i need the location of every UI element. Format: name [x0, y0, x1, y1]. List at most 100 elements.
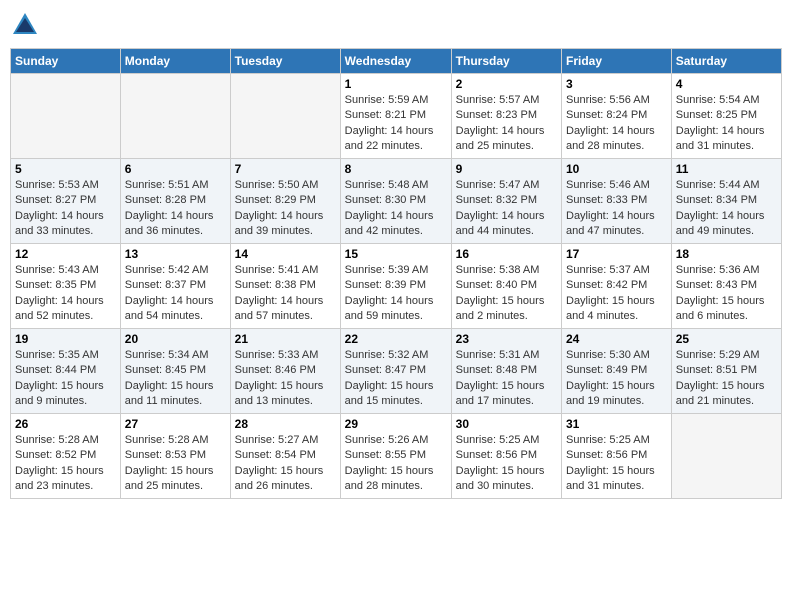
day-number: 5 — [15, 162, 116, 176]
calendar-cell: 15 Sunrise: 5:39 AMSunset: 8:39 PMDayligh… — [340, 244, 451, 329]
day-number: 8 — [345, 162, 447, 176]
day-number: 16 — [456, 247, 557, 261]
day-number: 30 — [456, 417, 557, 431]
calendar-cell: 8 Sunrise: 5:48 AMSunset: 8:30 PMDaylight… — [340, 159, 451, 244]
calendar-cell: 18 Sunrise: 5:36 AMSunset: 8:43 PMDayligh… — [671, 244, 781, 329]
day-number: 25 — [676, 332, 777, 346]
calendar-cell: 23 Sunrise: 5:31 AMSunset: 8:48 PMDayligh… — [451, 329, 561, 414]
day-number: 20 — [125, 332, 226, 346]
calendar-cell — [120, 74, 230, 159]
day-info: Sunrise: 5:44 AMSunset: 8:34 PMDaylight:… — [676, 178, 777, 240]
logo — [10, 10, 44, 40]
calendar-cell: 25 Sunrise: 5:29 AMSunset: 8:51 PMDayligh… — [671, 329, 781, 414]
calendar-cell: 19Sunrise: 5:35 AMSunset: 8:44 PMDayligh… — [11, 329, 121, 414]
day-info: Sunrise: 5:34 AMSunset: 8:45 PMDaylight:… — [125, 348, 226, 410]
day-info: Sunrise: 5:28 AMSunset: 8:53 PMDaylight:… — [125, 433, 226, 495]
weekday-header-sunday: Sunday — [11, 49, 121, 74]
day-info: Sunrise: 5:50 AMSunset: 8:29 PMDaylight:… — [235, 178, 336, 240]
day-info: Sunrise: 5:56 AMSunset: 8:24 PMDaylight:… — [566, 93, 667, 155]
day-info: Sunrise: 5:38 AMSunset: 8:40 PMDaylight:… — [456, 263, 557, 325]
calendar-cell: 13 Sunrise: 5:42 AMSunset: 8:37 PMDayligh… — [120, 244, 230, 329]
calendar-cell: 24Sunrise: 5:30 AMSunset: 8:49 PMDayligh… — [562, 329, 672, 414]
calendar-cell: 31 Sunrise: 5:25 AMSunset: 8:56 PMDayligh… — [562, 414, 672, 499]
day-info: Sunrise: 5:29 AMSunset: 8:51 PMDaylight:… — [676, 348, 777, 410]
day-info: Sunrise: 5:36 AMSunset: 8:43 PMDaylight:… — [676, 263, 777, 325]
day-info: Sunrise: 5:31 AMSunset: 8:48 PMDaylight:… — [456, 348, 557, 410]
day-number: 15 — [345, 247, 447, 261]
calendar-cell: 27 Sunrise: 5:28 AMSunset: 8:53 PMDayligh… — [120, 414, 230, 499]
day-number: 31 — [566, 417, 667, 431]
day-info: Sunrise: 5:43 AMSunset: 8:35 PMDaylight:… — [15, 263, 116, 325]
calendar-cell: 26 Sunrise: 5:28 AMSunset: 8:52 PMDayligh… — [11, 414, 121, 499]
calendar-cell: 1 Sunrise: 5:59 AMSunset: 8:21 PMDaylight… — [340, 74, 451, 159]
calendar-cell: 20 Sunrise: 5:34 AMSunset: 8:45 PMDayligh… — [120, 329, 230, 414]
day-info: Sunrise: 5:37 AMSunset: 8:42 PMDaylight:… — [566, 263, 667, 325]
calendar-week-1: 5Sunrise: 5:53 AMSunset: 8:27 PMDaylight… — [11, 159, 782, 244]
calendar-header-row: SundayMondayTuesdayWednesdayThursdayFrid… — [11, 49, 782, 74]
day-info: Sunrise: 5:26 AMSunset: 8:55 PMDaylight:… — [345, 433, 447, 495]
day-info: Sunrise: 5:54 AMSunset: 8:25 PMDaylight:… — [676, 93, 777, 155]
day-number: 27 — [125, 417, 226, 431]
calendar-cell — [230, 74, 340, 159]
day-info: Sunrise: 5:47 AMSunset: 8:32 PMDaylight:… — [456, 178, 557, 240]
day-number: 6 — [125, 162, 226, 176]
calendar-cell: 17 Sunrise: 5:37 AMSunset: 8:42 PMDayligh… — [562, 244, 672, 329]
calendar-cell: 22 Sunrise: 5:32 AMSunset: 8:47 PMDayligh… — [340, 329, 451, 414]
day-number: 12 — [15, 247, 116, 261]
calendar-cell: 11 Sunrise: 5:44 AMSunset: 8:34 PMDayligh… — [671, 159, 781, 244]
day-info: Sunrise: 5:39 AMSunset: 8:39 PMDaylight:… — [345, 263, 447, 325]
day-info: Sunrise: 5:57 AMSunset: 8:23 PMDaylight:… — [456, 93, 557, 155]
day-info: Sunrise: 5:25 AMSunset: 8:56 PMDaylight:… — [566, 433, 667, 495]
page-header — [10, 10, 782, 40]
weekday-header-tuesday: Tuesday — [230, 49, 340, 74]
day-info: Sunrise: 5:42 AMSunset: 8:37 PMDaylight:… — [125, 263, 226, 325]
day-number: 21 — [235, 332, 336, 346]
calendar-cell: 28Sunrise: 5:27 AMSunset: 8:54 PMDayligh… — [230, 414, 340, 499]
calendar-cell: 21Sunrise: 5:33 AMSunset: 8:46 PMDayligh… — [230, 329, 340, 414]
calendar-cell: 3Sunrise: 5:56 AMSunset: 8:24 PMDaylight… — [562, 74, 672, 159]
calendar-week-3: 19Sunrise: 5:35 AMSunset: 8:44 PMDayligh… — [11, 329, 782, 414]
calendar-cell: 9 Sunrise: 5:47 AMSunset: 8:32 PMDaylight… — [451, 159, 561, 244]
day-info: Sunrise: 5:25 AMSunset: 8:56 PMDaylight:… — [456, 433, 557, 495]
day-info: Sunrise: 5:35 AMSunset: 8:44 PMDaylight:… — [15, 348, 116, 410]
day-number: 9 — [456, 162, 557, 176]
calendar-cell: 4 Sunrise: 5:54 AMSunset: 8:25 PMDaylight… — [671, 74, 781, 159]
calendar-cell: 29 Sunrise: 5:26 AMSunset: 8:55 PMDayligh… — [340, 414, 451, 499]
day-number: 2 — [456, 77, 557, 91]
day-number: 13 — [125, 247, 226, 261]
calendar-week-0: 1 Sunrise: 5:59 AMSunset: 8:21 PMDaylight… — [11, 74, 782, 159]
calendar-cell: 16 Sunrise: 5:38 AMSunset: 8:40 PMDayligh… — [451, 244, 561, 329]
day-number: 28 — [235, 417, 336, 431]
weekday-header-friday: Friday — [562, 49, 672, 74]
day-number: 26 — [15, 417, 116, 431]
day-number: 11 — [676, 162, 777, 176]
day-info: Sunrise: 5:41 AMSunset: 8:38 PMDaylight:… — [235, 263, 336, 325]
weekday-header-wednesday: Wednesday — [340, 49, 451, 74]
calendar-cell: 12 Sunrise: 5:43 AMSunset: 8:35 PMDayligh… — [11, 244, 121, 329]
day-info: Sunrise: 5:28 AMSunset: 8:52 PMDaylight:… — [15, 433, 116, 495]
calendar-cell — [671, 414, 781, 499]
calendar-cell: 30 Sunrise: 5:25 AMSunset: 8:56 PMDayligh… — [451, 414, 561, 499]
day-number: 4 — [676, 77, 777, 91]
day-number: 29 — [345, 417, 447, 431]
day-info: Sunrise: 5:46 AMSunset: 8:33 PMDaylight:… — [566, 178, 667, 240]
calendar-cell: 10Sunrise: 5:46 AMSunset: 8:33 PMDayligh… — [562, 159, 672, 244]
logo-icon — [10, 10, 40, 40]
calendar-cell — [11, 74, 121, 159]
day-number: 22 — [345, 332, 447, 346]
day-info: Sunrise: 5:48 AMSunset: 8:30 PMDaylight:… — [345, 178, 447, 240]
day-info: Sunrise: 5:59 AMSunset: 8:21 PMDaylight:… — [345, 93, 447, 155]
day-number: 18 — [676, 247, 777, 261]
day-number: 7 — [235, 162, 336, 176]
day-info: Sunrise: 5:51 AMSunset: 8:28 PMDaylight:… — [125, 178, 226, 240]
calendar-week-2: 12 Sunrise: 5:43 AMSunset: 8:35 PMDayligh… — [11, 244, 782, 329]
day-number: 1 — [345, 77, 447, 91]
day-number: 17 — [566, 247, 667, 261]
day-number: 14 — [235, 247, 336, 261]
day-info: Sunrise: 5:32 AMSunset: 8:47 PMDaylight:… — [345, 348, 447, 410]
calendar-cell: 2 Sunrise: 5:57 AMSunset: 8:23 PMDaylight… — [451, 74, 561, 159]
calendar-week-4: 26 Sunrise: 5:28 AMSunset: 8:52 PMDayligh… — [11, 414, 782, 499]
day-number: 23 — [456, 332, 557, 346]
day-info: Sunrise: 5:30 AMSunset: 8:49 PMDaylight:… — [566, 348, 667, 410]
calendar-cell: 14 Sunrise: 5:41 AMSunset: 8:38 PMDayligh… — [230, 244, 340, 329]
